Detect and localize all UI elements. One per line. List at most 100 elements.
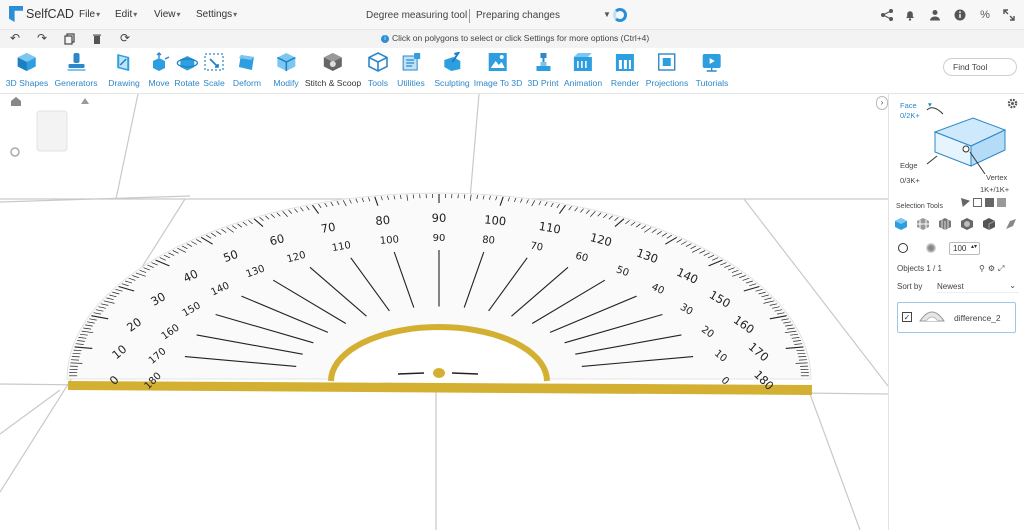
tool-label: Image To 3D: [473, 78, 523, 88]
orbit-icon[interactable]: [10, 147, 20, 157]
render-icon: [616, 54, 634, 71]
tool-render[interactable]: Render: [611, 52, 639, 88]
tools-icon: [368, 52, 388, 72]
box-select-icon[interactable]: [973, 198, 982, 207]
utilities-icon: [402, 53, 420, 71]
vertex-label[interactable]: Vertex: [986, 173, 1007, 182]
tool-image-to-3d[interactable]: Image To 3D: [473, 52, 523, 88]
object-list-item[interactable]: ✓ difference_2: [897, 302, 1016, 333]
chevron-down-icon[interactable]: ▼: [603, 10, 611, 19]
tool-label: Modify: [273, 78, 299, 88]
camera-icon[interactable]: [81, 98, 89, 104]
tool-scale[interactable]: Scale: [203, 52, 225, 88]
hint-message: Click on polygons to select or click Set…: [392, 33, 650, 43]
sort-select[interactable]: Newest ⌄: [937, 279, 1019, 293]
inner-degree-label: 80: [482, 235, 496, 247]
inner-degree-label: 70: [529, 241, 543, 254]
expand-icon[interactable]: ⤢: [998, 264, 1004, 274]
inner-degree-label: 90: [433, 233, 446, 244]
menu-edit[interactable]: Edit: [115, 9, 137, 20]
redo-icon[interactable]: ↷: [37, 31, 47, 45]
chevron-down-icon[interactable]: ⌄: [1009, 281, 1016, 290]
panel-collapse-button[interactable]: ›: [876, 96, 888, 110]
tool-tutorials[interactable]: Tutorials: [696, 52, 728, 88]
tool-animation[interactable]: Animation: [564, 52, 602, 88]
tool-label: Scale: [203, 78, 225, 88]
wire-cube-icon[interactable]: [938, 217, 952, 231]
menu-file[interactable]: File: [79, 9, 100, 20]
circle-brush-icon[interactable]: [898, 243, 908, 253]
tick-mark: [457, 194, 459, 199]
tool-3d-print[interactable]: 3D Print: [527, 52, 559, 88]
object-name[interactable]: difference_2: [954, 313, 1001, 323]
selfcad-logo[interactable]: SelfCAD: [9, 6, 74, 22]
tool-deform[interactable]: Deform: [233, 52, 261, 88]
soft-brush-icon[interactable]: [926, 243, 936, 253]
percent-icon[interactable]: %: [978, 8, 992, 22]
edge-label[interactable]: Edge: [900, 161, 918, 170]
protractor-model[interactable]: 010203040506070 80 90 100 110120130140150160…: [66, 192, 812, 395]
tool-rotate[interactable]: Rotate: [174, 52, 200, 88]
outer-degree-label: 80: [375, 213, 391, 228]
bell-icon[interactable]: [903, 8, 917, 22]
tool-projections[interactable]: Projections: [646, 52, 688, 88]
sphere-cube-icon[interactable]: [960, 217, 974, 231]
brush-size-input[interactable]: 100 ▴▾: [949, 242, 980, 255]
face-count: 0/2K+: [900, 111, 920, 120]
cube-small-icon[interactable]: [985, 198, 994, 207]
user-icon[interactable]: [928, 8, 942, 22]
view-cube[interactable]: [36, 110, 68, 152]
tick-mark: [795, 362, 808, 364]
selection-mode-cube-icon[interactable]: [925, 104, 1009, 176]
tool-modify[interactable]: Modify: [273, 52, 299, 88]
app-window: SelfCAD File Edit View Settings Degree m…: [0, 0, 1024, 530]
gear-icon[interactable]: ⚙: [988, 264, 995, 274]
cube-grey-icon[interactable]: [997, 198, 1006, 207]
face-label[interactable]: Face: [900, 101, 917, 110]
stepper-icon[interactable]: ▴▾: [971, 243, 977, 250]
find-tool-search[interactable]: Find Tool: [943, 58, 1017, 76]
object-checkbox[interactable]: ✓: [902, 312, 912, 322]
tool-generators[interactable]: Generators: [55, 52, 98, 88]
home-icon[interactable]: [11, 97, 21, 106]
logo-icon: [9, 6, 23, 22]
protractor-base-edge: [68, 381, 812, 395]
3d-viewport[interactable]: 0 10 20 30 40 50 60 70 80 90 100 110 120 130 140 150 160…: [0, 94, 888, 530]
flag-icon[interactable]: [961, 198, 970, 207]
tool-stitch-scoop[interactable]: Stitch & Scoop: [305, 52, 361, 88]
tool-utilities[interactable]: Utilities: [397, 52, 425, 88]
paint-icon[interactable]: [1004, 217, 1018, 231]
menu-view[interactable]: View: [154, 9, 181, 20]
stamp-icon: [67, 53, 85, 71]
tool-sculpting[interactable]: Sculpting: [434, 52, 470, 88]
fullscreen-icon[interactable]: [1002, 8, 1016, 22]
objects-tools: ⚲ ⚙ ⤢: [979, 264, 1004, 274]
tool-label: Render: [610, 78, 640, 88]
search-icon[interactable]: ⚲: [979, 264, 985, 274]
share-icon[interactable]: [880, 8, 894, 22]
cube-select-icon[interactable]: [894, 217, 908, 231]
sculpting-icon: [443, 52, 460, 71]
scene-canvas[interactable]: 010203040506070 80 90 100 110120130140150160…: [0, 94, 888, 530]
tool-tools[interactable]: Tools: [367, 52, 389, 88]
undo-icon[interactable]: ↶: [10, 31, 20, 45]
trash-icon[interactable]: [92, 33, 102, 45]
tool-drawing[interactable]: Drawing: [108, 52, 140, 88]
document-title[interactable]: Degree measuring tool: [366, 10, 467, 21]
save-status: Preparing changes: [476, 10, 560, 21]
menu-settings[interactable]: Settings: [196, 9, 237, 20]
move-icon: [153, 52, 170, 71]
tick-mark: [72, 352, 81, 355]
selection-tools-label: Selection Tools: [896, 203, 943, 210]
sync-icon: [613, 8, 627, 22]
rotate-icon: [176, 56, 198, 71]
tool-move[interactable]: Move: [148, 52, 170, 88]
copy-icon[interactable]: [64, 33, 75, 45]
grid-cube-icon[interactable]: [916, 217, 930, 231]
tick-mark: [412, 194, 415, 199]
refresh-icon[interactable]: ⟳: [120, 31, 130, 45]
tool-3d-shapes[interactable]: 3D Shapes: [6, 52, 48, 88]
tool-label: Deform: [232, 78, 262, 88]
solid-cube-icon[interactable]: [982, 217, 996, 231]
info-icon[interactable]: [953, 8, 967, 22]
